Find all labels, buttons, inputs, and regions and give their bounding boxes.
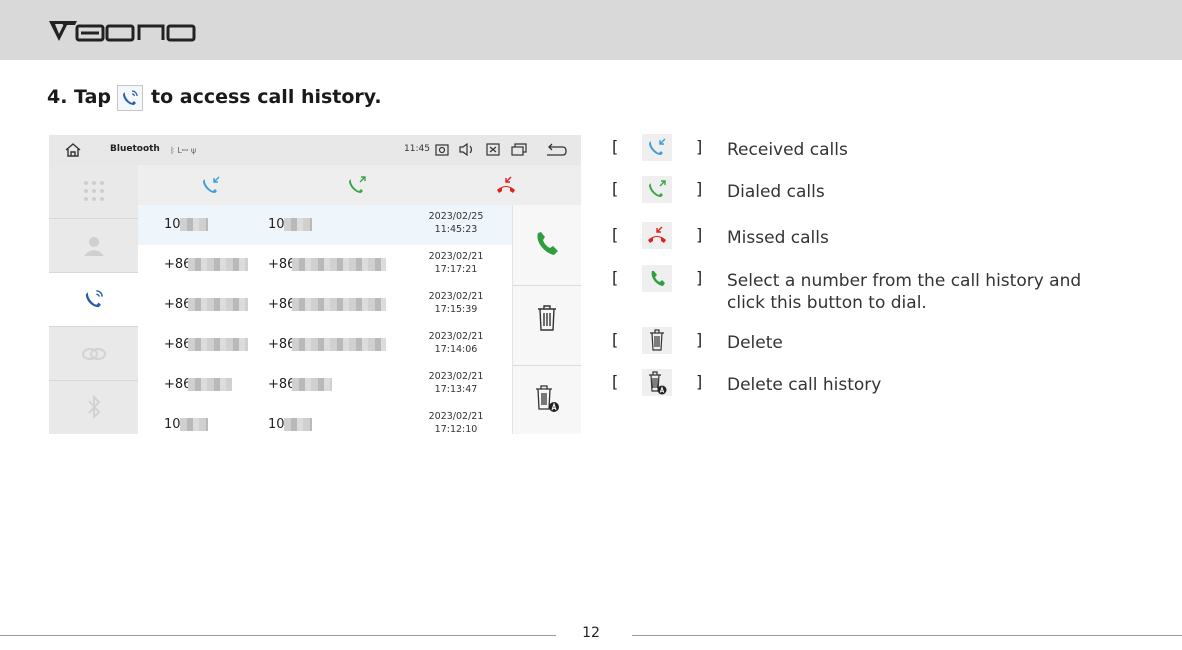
nav-item-dialpad[interactable] [49,165,138,219]
nav-item-contacts[interactable] [49,219,138,273]
call-datetime: 2023/02/21 17:17:21 [428,251,484,275]
call-history-screenshot: Bluetooth ᛒ Lꟷ ψ 11:45 10 10 2023/02/25 … [49,135,581,434]
call-history-icon [117,85,143,111]
legend-text: Delete [727,333,783,353]
legend-row-missed: [ ] Missed calls [612,222,1092,255]
table-row[interactable]: +86 +86 2023/02/21 17:17:21 [138,245,512,286]
dial-button-icon[interactable] [532,229,562,259]
page-number: 12 [582,625,600,641]
call-datetime: 2023/02/21 17:13:47 [428,371,484,395]
missed-calls-tab-icon[interactable] [495,174,517,196]
call-datetime: 2023/02/25 11:45:23 [428,211,484,235]
bluetooth-status-icon [361,145,362,146]
legend-row-dial: [ ] Select a number from the call histor… [612,265,1092,316]
legend-text: Received calls [727,140,848,160]
back-icon[interactable] [545,143,567,157]
table-row[interactable]: 10 10 2023/02/25 11:45:23 [138,205,512,246]
call-history-list: 10 10 2023/02/25 11:45:23 +86 +86 2023/02… [138,205,512,434]
dialed-call-icon [642,176,672,203]
home-icon[interactable] [64,142,82,158]
link-icon [82,348,106,360]
caller-name: 10 [164,217,181,232]
bluetooth-side-nav [49,165,138,434]
nav-item-link[interactable] [49,327,138,381]
legend-row-delete: [ ] Delete [612,327,1092,360]
dialed-calls-tab-icon[interactable] [347,174,369,196]
status-title: Bluetooth [110,144,160,154]
call-datetime: 2023/02/21 17:12:10 [428,411,484,434]
call-type-tabs [138,165,581,205]
table-row[interactable]: +86 +86 2023/02/21 17:13:47 [138,365,512,406]
status-signal: ᛒ Lꟷ ψ [170,146,197,155]
page-header [0,0,1182,60]
received-call-icon [642,134,672,161]
legend-text: Select a number from the call history an… [727,271,1082,313]
close-app-icon[interactable] [486,143,500,156]
missed-call-icon [642,222,672,249]
call-datetime: 2023/02/21 17:14:06 [428,331,484,355]
eonon-logo [49,21,196,42]
legend-row-received: [ ] Received calls [612,134,1092,167]
step-text-after: to access call history. [151,86,382,108]
dialpad-icon [84,181,104,201]
delete-button-icon[interactable] [532,303,562,333]
step-instruction: 4. Tap to access call history. [47,84,382,111]
nav-item-call-history[interactable] [49,273,138,327]
legend-text: Missed calls [727,228,829,248]
call-actions-panel [512,205,581,434]
dial-icon [642,265,672,292]
volume-icon[interactable] [459,143,475,156]
delete-all-button-icon[interactable] [532,383,562,413]
contacts-icon [84,237,104,256]
legend-row-dialed: [ ] Dialed calls [612,176,1092,209]
call-datetime: 2023/02/21 17:15:39 [428,291,484,315]
legend-row-delete-all: [ ] Delete call history [612,369,1092,402]
footer-rule-left [0,635,556,636]
table-row[interactable]: 10 10 2023/02/21 17:12:10 [138,405,512,434]
multitask-icon[interactable] [511,143,527,156]
caller-number: 10 [268,417,285,432]
nav-item-bluetooth[interactable] [49,381,138,434]
caller-name: 10 [164,417,181,432]
bluetooth-icon [88,394,101,420]
legend-text: Dialed calls [727,182,825,202]
delete-icon [642,327,672,354]
camera-icon[interactable] [435,143,449,156]
caller-number: 10 [268,217,285,232]
call-history-icon [85,290,103,308]
legend-text: Delete call history [727,375,882,395]
status-time: 11:45 [404,144,430,154]
table-row[interactable]: +86 +86 2023/02/21 17:14:06 [138,325,512,366]
received-calls-tab-icon[interactable] [201,174,223,196]
table-row[interactable]: +86 +86 2023/02/21 17:15:39 [138,285,512,326]
status-bar: Bluetooth ᛒ Lꟷ ψ 11:45 [49,135,581,165]
delete-all-icon [642,369,672,396]
step-text-before: 4. Tap [47,86,111,108]
footer-rule-right [632,635,1182,636]
